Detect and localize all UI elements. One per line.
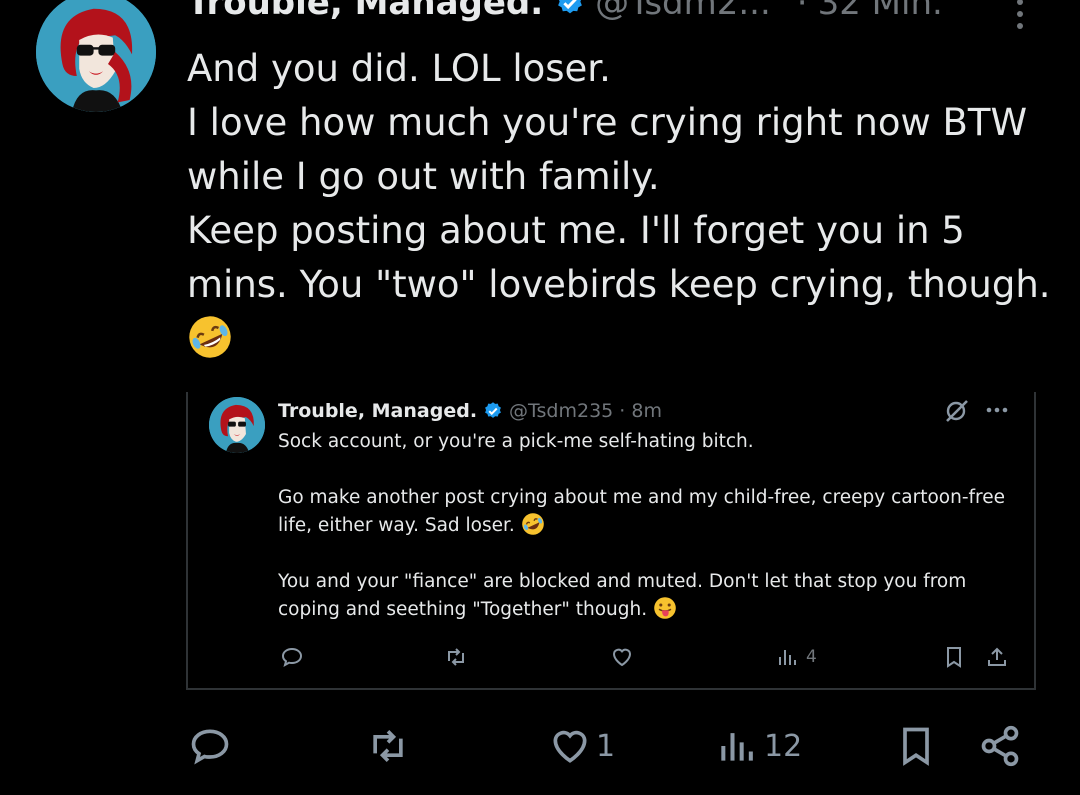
quoted-bookmark-button[interactable] <box>942 644 966 670</box>
like-count: 1 <box>596 728 616 764</box>
quoted-author-avatar[interactable] <box>209 397 265 453</box>
quoted-author-name[interactable]: Trouble, Managed. <box>278 400 477 422</box>
share-icon <box>988 647 1006 666</box>
quoted-views-button[interactable]: 4 <box>776 644 817 670</box>
rolling-laughing-emoji-icon <box>521 513 544 535</box>
bookmark-icon <box>947 647 961 668</box>
bookmark-icon <box>903 727 929 766</box>
tongue-out-emoji-icon <box>654 597 676 619</box>
quoted-views-count: 4 <box>806 647 817 667</box>
quoted-paragraph-1: Sock account, or you're a pick-me self-h… <box>278 431 754 452</box>
author-avatar[interactable] <box>36 0 156 112</box>
quoted-repost-button[interactable] <box>444 644 468 670</box>
grok-icon[interactable] <box>944 399 970 423</box>
reply-button[interactable] <box>188 722 232 770</box>
quoted-reply-button[interactable] <box>280 644 304 670</box>
quoted-more-options-icon[interactable] <box>984 400 1010 420</box>
quoted-like-button[interactable] <box>610 644 634 670</box>
verified-badge-icon <box>558 0 583 14</box>
share-button[interactable] <box>978 722 1022 770</box>
author-handle[interactable]: @Tsdm2... <box>595 0 771 23</box>
quoted-tweet-text: Sock account, or you're a pick-me self-h… <box>278 428 1018 624</box>
views-chart-icon <box>721 733 753 761</box>
views-chart-icon <box>779 650 796 665</box>
reply-icon <box>191 729 229 765</box>
tweet-time[interactable]: 32 Min. <box>818 0 943 23</box>
views-button[interactable]: 12 <box>716 722 802 770</box>
share-icon <box>981 725 1019 767</box>
verified-badge-icon <box>485 402 501 418</box>
rolling-laughing-emoji-icon <box>189 316 231 358</box>
bookmark-button[interactable] <box>894 722 938 770</box>
repost-button[interactable] <box>366 722 410 770</box>
more-options-icon[interactable] <box>1008 0 1032 34</box>
like-button[interactable]: 1 <box>548 722 615 770</box>
views-count: 12 <box>764 728 803 764</box>
tweet-header: Trouble, Managed. @Tsdm2... · 32 Min. <box>187 0 943 28</box>
quoted-paragraph-2: Go make another post crying about me and… <box>278 487 1011 536</box>
quoted-author-handle[interactable]: @Tsdm235 · 8m <box>509 400 662 422</box>
separator-dot: · <box>796 0 808 23</box>
heart-icon <box>553 730 587 763</box>
author-name[interactable]: Trouble, Managed. <box>187 0 543 23</box>
quoted-tweet-header: Trouble, Managed. @Tsdm235 · 8m <box>278 398 662 424</box>
quoted-share-button[interactable] <box>985 644 1009 670</box>
repost-icon <box>448 648 464 666</box>
heart-icon <box>612 648 632 667</box>
repost-icon <box>373 730 403 762</box>
quoted-paragraph-3: You and your "fiance" are blocked and mu… <box>278 571 973 620</box>
tweet-text: And you did. LOL loser. I love how much … <box>187 47 1051 306</box>
reply-icon <box>281 647 303 668</box>
